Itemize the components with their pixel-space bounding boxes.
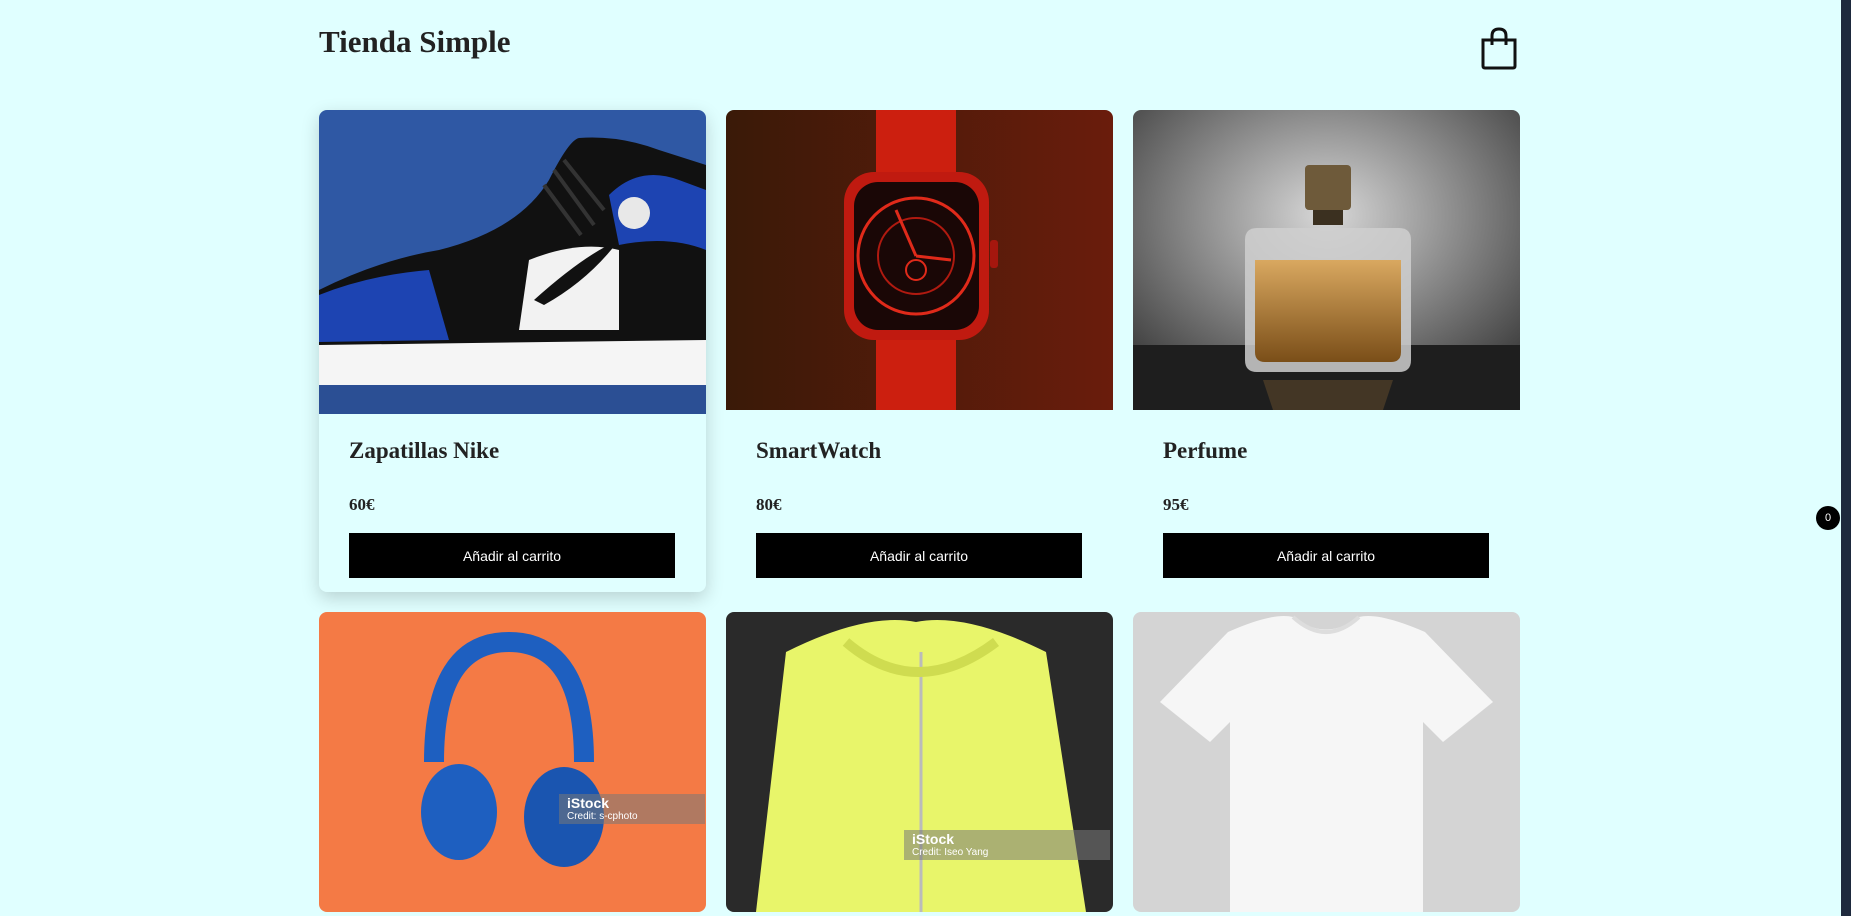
cart-count-badge: 0 <box>1816 506 1840 530</box>
product-card: iStock Credit: s-cphoto <box>319 612 706 912</box>
product-card: SmartWatch 80€ Añadir al carrito <box>726 110 1113 592</box>
product-card: Zapatillas Nike 60€ Añadir al carrito <box>319 110 706 592</box>
scrollbar[interactable] <box>1841 0 1851 916</box>
cart-button[interactable] <box>1479 26 1519 70</box>
product-card <box>1133 612 1520 912</box>
site-title: Tienda Simple <box>319 24 511 59</box>
product-name: Zapatillas Nike <box>349 438 500 463</box>
add-to-cart-button[interactable]: Añadir al carrito <box>756 533 1082 578</box>
product-name: Perfume <box>1163 438 1248 463</box>
product-price: 95€ <box>1163 495 1189 514</box>
product-card: iStock Credit: Iseo Yang <box>726 612 1113 912</box>
shopping-bag-icon <box>1481 27 1517 70</box>
product-name: SmartWatch <box>756 438 882 463</box>
add-to-cart-button[interactable]: Añadir al carrito <box>1163 533 1489 578</box>
product-price: 60€ <box>349 495 375 514</box>
product-image-perfume <box>1133 110 1520 410</box>
product-card: Perfume 95€ Añadir al carrito <box>1133 110 1520 592</box>
product-image-smartwatch <box>726 110 1113 410</box>
site-header: Tienda Simple <box>319 0 1519 90</box>
product-image-tshirt <box>1133 612 1520 912</box>
product-image-headphones: iStock Credit: s-cphoto <box>319 612 706 912</box>
product-image-hoodie: iStock Credit: Iseo Yang <box>726 612 1113 912</box>
product-grid: Zapatillas Nike 60€ Añadir al carrito Sm… <box>319 110 1520 912</box>
add-to-cart-button[interactable]: Añadir al carrito <box>349 533 675 578</box>
image-watermark: iStock Credit: Iseo Yang <box>904 830 1110 861</box>
image-watermark: iStock Credit: s-cphoto <box>559 794 705 825</box>
product-image-sneaker <box>319 110 706 414</box>
product-price: 80€ <box>756 495 782 514</box>
